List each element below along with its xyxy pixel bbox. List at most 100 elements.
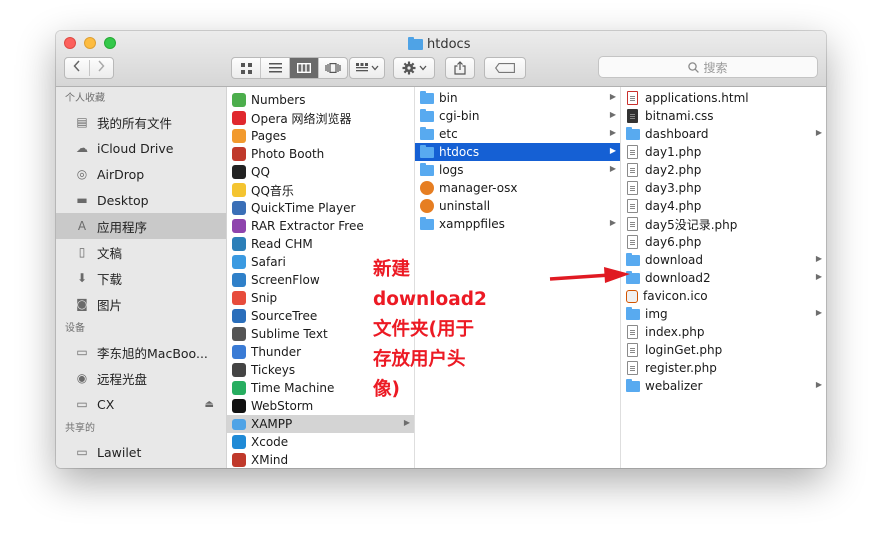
annotation-line: 文件夹(用于	[373, 319, 474, 340]
app-item[interactable]: QQ音乐	[227, 181, 414, 199]
file-item[interactable]: download ▶	[621, 251, 826, 269]
network-computer-icon: ▭	[76, 445, 88, 459]
file-item[interactable]: favicon.ico	[621, 287, 826, 305]
arrange-icon	[355, 63, 368, 72]
file-item[interactable]: register.php	[621, 359, 826, 377]
safari-icon	[232, 255, 246, 269]
chevron-right-icon	[98, 60, 105, 72]
arrange-button[interactable]	[349, 57, 385, 79]
disclosure-triangle-icon: ▶	[609, 146, 616, 155]
file-item[interactable]: loginGet.php	[621, 341, 826, 359]
file-name: htdocs	[439, 145, 480, 159]
app-item[interactable]: QuickTime Player	[227, 199, 414, 217]
sidebar-item[interactable]: ▭ CX ⏏	[56, 391, 226, 417]
app-item[interactable]: Numbers	[227, 91, 414, 109]
folder-icon	[420, 216, 434, 230]
folder-item[interactable]: uninstall	[415, 197, 620, 215]
folder-item[interactable]: htdocs ▶	[415, 143, 620, 161]
folder-item[interactable]: etc ▶	[415, 125, 620, 143]
file-item[interactable]: day3.php	[621, 179, 826, 197]
edit-tags-button[interactable]	[484, 57, 526, 79]
app-name: RAR Extractor Free	[251, 219, 364, 233]
app-item[interactable]: Pages	[227, 127, 414, 145]
app-name: Safari	[251, 255, 286, 269]
list-view-button[interactable]	[261, 58, 290, 78]
folder-item[interactable]: bin ▶	[415, 89, 620, 107]
file-item[interactable]: webalizer ▶	[621, 377, 826, 395]
file-item[interactable]: day2.php	[621, 161, 826, 179]
sidebar-item[interactable]: ◉ 远程光盘	[56, 365, 226, 391]
folder-item[interactable]: manager-osx	[415, 179, 620, 197]
back-button[interactable]	[65, 60, 90, 76]
minimize-window-button[interactable]	[84, 37, 96, 49]
ico-file-icon	[626, 289, 638, 303]
cover-flow-view-button[interactable]	[319, 58, 347, 78]
app-item[interactable]: Xcode	[227, 433, 414, 451]
all-files-icon: ▤	[76, 115, 88, 129]
app-name: Time Machine	[251, 381, 335, 395]
zoom-window-button[interactable]	[104, 37, 116, 49]
app-item[interactable]: RAR Extractor Free	[227, 217, 414, 235]
file-name: day2.php	[645, 163, 702, 177]
sidebar-item[interactable]: ⬇ 下载	[56, 265, 226, 291]
sidebar-item[interactable]: ▭ Lawilet	[56, 439, 226, 465]
gear-icon	[402, 61, 415, 75]
file-item[interactable]: day1.php	[621, 143, 826, 161]
sidebar-item-label: AirDrop	[97, 166, 145, 182]
file-item[interactable]: applications.html	[621, 89, 826, 107]
file-name: dashboard	[645, 127, 709, 141]
file-item[interactable]: index.php	[621, 323, 826, 341]
grid-icon	[240, 62, 252, 74]
eject-icon[interactable]: ⏏	[205, 399, 214, 410]
search-field[interactable]: 搜索	[598, 56, 818, 78]
app-item[interactable]: XMind	[227, 451, 414, 468]
folder-icon	[420, 90, 434, 104]
folder-item[interactable]: xamppfiles ▶	[415, 215, 620, 233]
file-item[interactable]: dashboard ▶	[621, 125, 826, 143]
app-item[interactable]: Read CHM	[227, 235, 414, 253]
action-button[interactable]	[393, 57, 435, 79]
app-name: Snip	[251, 291, 278, 305]
laptop-icon: ▭	[76, 345, 88, 359]
annotation-line: 存放用户头	[373, 349, 466, 370]
folder-icon	[626, 378, 640, 392]
sidebar-item[interactable]: A 应用程序	[56, 213, 226, 239]
sidebar-item[interactable]: ◙ 图片	[56, 291, 226, 317]
sidebar-item[interactable]: ▬ Desktop	[56, 187, 226, 213]
list-icon	[268, 63, 282, 73]
file-item[interactable]: download2 ▶	[621, 269, 826, 287]
columns-icon	[297, 63, 311, 73]
close-window-button[interactable]	[64, 37, 76, 49]
file-item[interactable]: day4.php	[621, 197, 826, 215]
sidebar-item-label: 李东旭的MacBoo...	[97, 345, 208, 361]
sidebar-item[interactable]: ▯ 文稿	[56, 239, 226, 265]
column-view-button[interactable]	[290, 58, 319, 78]
app-item[interactable]: Opera 网络浏览器	[227, 109, 414, 127]
xcode-icon	[232, 435, 246, 449]
app-icon	[420, 181, 434, 195]
app-name: Read CHM	[251, 237, 313, 251]
tickeys-icon	[232, 363, 246, 377]
folder-icon	[420, 162, 434, 176]
opera-icon	[232, 111, 246, 125]
file-item[interactable]: bitnami.css	[621, 107, 826, 125]
icon-view-button[interactable]	[232, 58, 261, 78]
sidebar-section-header: 共享的	[65, 423, 95, 434]
app-item[interactable]: Photo Booth	[227, 145, 414, 163]
folder-item[interactable]: logs ▶	[415, 161, 620, 179]
file-item[interactable]: img ▶	[621, 305, 826, 323]
sidebar-item[interactable]: ☁ iCloud Drive	[56, 135, 226, 161]
forward-button[interactable]	[90, 60, 114, 76]
file-item[interactable]: day5没记录.php	[621, 215, 826, 233]
app-item[interactable]: QQ	[227, 163, 414, 181]
folder-item[interactable]: cgi-bin ▶	[415, 107, 620, 125]
sidebar-item[interactable]: ▭ 李东旭的MacBoo...	[56, 339, 226, 365]
window-title-text: htdocs	[427, 36, 471, 52]
app-item[interactable]: XAMPP ▶	[227, 415, 414, 433]
folder-icon	[420, 108, 434, 122]
sidebar-item[interactable]: ▤ 我的所有文件	[56, 109, 226, 135]
file-item[interactable]: day6.php	[621, 233, 826, 251]
app-name: QuickTime Player	[251, 201, 356, 215]
sidebar-item[interactable]: ◎ AirDrop	[56, 161, 226, 187]
share-button[interactable]	[445, 57, 475, 79]
